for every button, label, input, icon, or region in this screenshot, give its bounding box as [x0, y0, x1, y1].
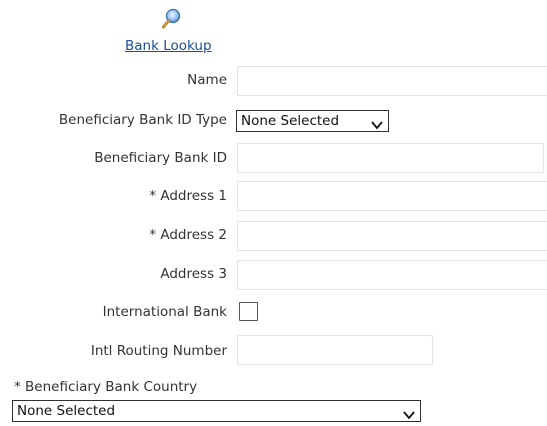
magnifier-icon[interactable] [162, 8, 182, 32]
name-label: Name [187, 72, 227, 88]
address1-label: * Address 1 [149, 188, 227, 204]
address1-input[interactable] [237, 181, 547, 211]
address3-input[interactable] [237, 260, 547, 290]
bank-id-type-selected-value: None Selected [241, 113, 340, 129]
address2-input[interactable] [237, 221, 547, 251]
chevron-down-icon [403, 406, 415, 420]
bank-country-label: * Beneficiary Bank Country [14, 379, 198, 395]
address2-label: * Address 2 [149, 227, 227, 243]
bank-id-type-label: Beneficiary Bank ID Type [58, 112, 227, 128]
international-bank-label: International Bank [102, 304, 227, 320]
name-input[interactable] [237, 66, 547, 96]
chevron-down-icon [371, 116, 383, 130]
bank-id-input[interactable] [237, 143, 544, 173]
bank-country-select[interactable]: None Selected [12, 400, 421, 422]
intl-routing-number-input[interactable] [237, 335, 433, 365]
address3-label: Address 3 [160, 266, 227, 282]
bank-id-type-select[interactable]: None Selected [236, 110, 389, 132]
intl-routing-number-label: Intl Routing Number [90, 343, 227, 359]
bank-id-label: Beneficiary Bank ID [94, 150, 227, 166]
bank-country-selected-value: None Selected [17, 403, 116, 419]
bank-lookup-link[interactable]: Bank Lookup [125, 38, 212, 54]
international-bank-checkbox[interactable] [239, 302, 258, 321]
